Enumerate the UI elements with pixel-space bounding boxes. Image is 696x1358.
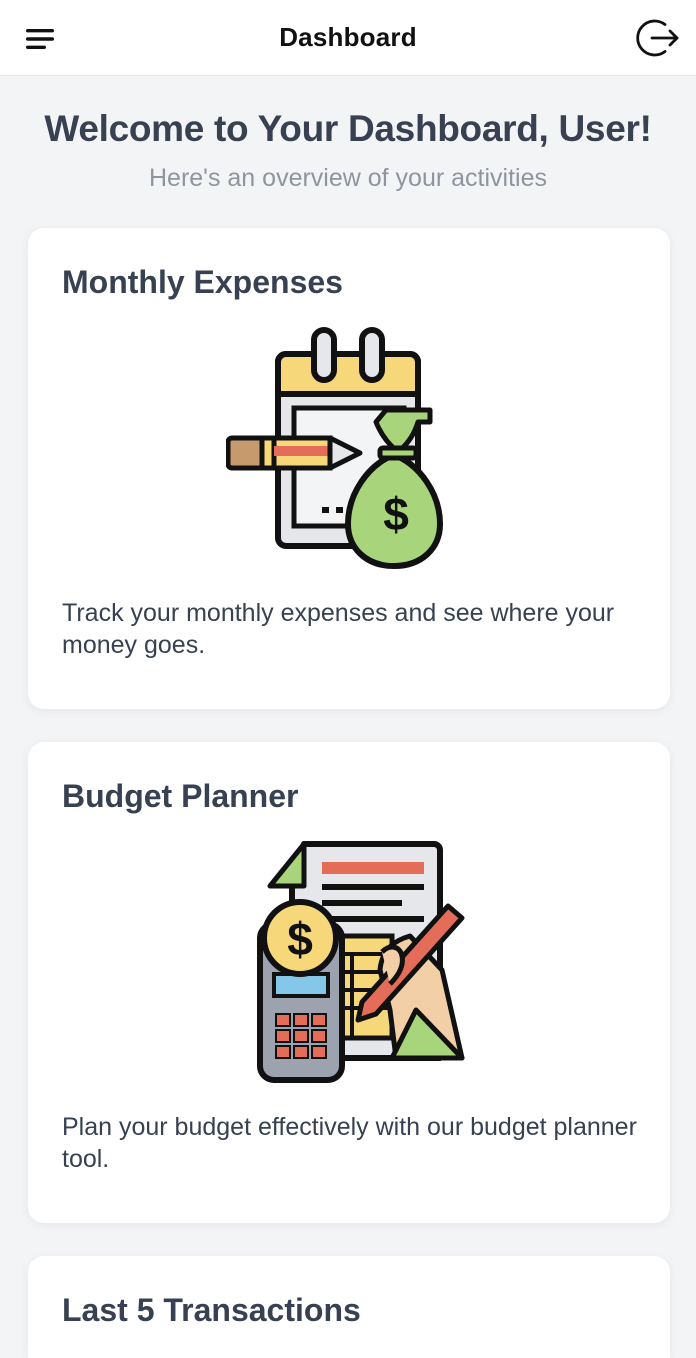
budget-calculator-document-icon: $: [226, 840, 476, 1091]
top-app-bar: Dashboard: [0, 0, 696, 76]
card-description: Track your monthly expenses and see wher…: [62, 599, 615, 659]
monthly-expenses-card[interactable]: Monthly Expenses $ Track your monthly ex…: [28, 228, 670, 709]
calendar-money-bag-icon: $: [225, 324, 476, 579]
welcome-heading: Welcome to Your Dashboard, User!: [44, 108, 652, 149]
svg-text:$: $: [287, 913, 313, 965]
card-title: Last 5 Transactions: [62, 1292, 361, 1328]
card-title: Budget Planner: [62, 778, 299, 814]
svg-text:$: $: [383, 488, 409, 540]
budget-planner-card[interactable]: Budget Planner $ Plan your budget effect…: [28, 742, 670, 1223]
page-title: Dashboard: [279, 22, 417, 52]
welcome-subtitle: Here's an overview of your activities: [149, 164, 547, 192]
card-title: Monthly Expenses: [62, 264, 343, 300]
last-transactions-card[interactable]: Last 5 Transactions: [28, 1256, 670, 1358]
logout-button[interactable]: [632, 14, 684, 62]
card-description: Plan your budget effectively with our bu…: [62, 1113, 637, 1173]
logout-icon: [636, 19, 679, 57]
